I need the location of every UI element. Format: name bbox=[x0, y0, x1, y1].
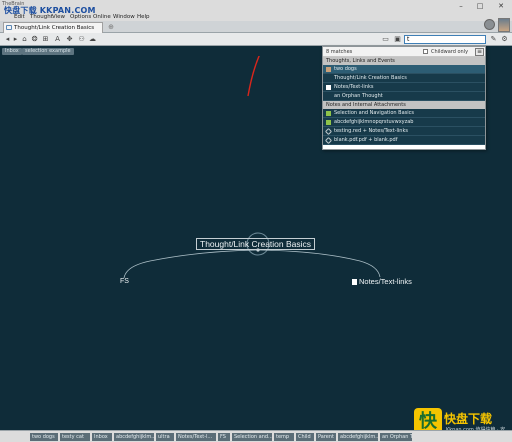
toolbar: ◂ ▸ ⌂ ❂ ⊞ A ✥ ⚇ ☁ ▭ ▣ ✎ ⚙ bbox=[0, 33, 512, 46]
list-item[interactable]: blank.pdf.pdf + blank.pdf bbox=[323, 136, 485, 145]
list-item-label: Selection and Navigation Basics bbox=[334, 110, 415, 116]
cloud-icon[interactable]: ☁ bbox=[88, 35, 97, 44]
settings-icon[interactable]: ⚙ bbox=[500, 35, 509, 44]
pin-item[interactable]: Inbox bbox=[92, 433, 112, 441]
childward-only-checkbox[interactable] bbox=[423, 49, 428, 54]
list-item-label: Notes/Text-links bbox=[334, 84, 374, 90]
list-item[interactable]: two dogs bbox=[323, 65, 485, 74]
list-item[interactable]: Notes/Text-links bbox=[323, 83, 485, 92]
pin-item[interactable]: abcdefghijklm... bbox=[114, 433, 154, 441]
timeline-icon[interactable]: ⊞ bbox=[41, 35, 50, 44]
pin-item[interactable]: two dogs bbox=[30, 433, 58, 441]
note-icon bbox=[352, 279, 357, 285]
menu-help[interactable]: Help bbox=[137, 13, 150, 21]
popup-header: 8 matches Childward only ≡ bbox=[323, 47, 485, 57]
list-item[interactable]: an Orphan Thought bbox=[323, 92, 485, 101]
pin-thought-icon[interactable]: ✎ bbox=[489, 35, 498, 44]
popup-menu-icon[interactable]: ≡ bbox=[475, 48, 484, 56]
tab-bar: Thought/Link Creation Basics ⊕ bbox=[0, 21, 512, 33]
brain-icon bbox=[6, 25, 12, 30]
watermark-text: 快盘下载 KKPAN.COM bbox=[4, 6, 96, 15]
share-icon[interactable]: ⚇ bbox=[77, 35, 86, 44]
section-header-thoughts: Thoughts, Links and Events bbox=[323, 57, 485, 65]
pin-item[interactable]: Selection and... bbox=[232, 433, 272, 441]
list-item-label: two dogs bbox=[334, 66, 357, 72]
list-item[interactable]: Selection and Navigation Basics bbox=[323, 109, 485, 118]
link-icon bbox=[324, 136, 333, 145]
search-results-popup: 8 matches Childward only ≡ Thoughts, Lin… bbox=[322, 46, 486, 150]
list-item-label: testing.red + Notes/Text-links bbox=[334, 128, 408, 134]
childward-only-label: Childward only bbox=[431, 49, 469, 55]
avatar[interactable] bbox=[498, 18, 510, 32]
list-item-label: Thought/Link Creation Basics bbox=[334, 75, 407, 81]
search-input[interactable] bbox=[404, 35, 486, 44]
layout-icon[interactable]: ▭ bbox=[381, 35, 390, 44]
font-size-icon[interactable]: A bbox=[53, 35, 62, 44]
list-item-label: abcdefghijklmnopqrstuvwxyzab bbox=[334, 119, 414, 125]
view-toggle-icon[interactable]: ▣ bbox=[393, 35, 402, 44]
child-thought-fs[interactable]: FS bbox=[120, 278, 129, 285]
home-icon[interactable]: ⌂ bbox=[20, 35, 29, 44]
dog-image-icon bbox=[326, 67, 331, 72]
app-window: TheBrain – □ ✕ Edit Thought View Options… bbox=[0, 0, 512, 442]
section-header-notes: Notes and Internal Attachments bbox=[323, 101, 485, 109]
pin-item[interactable]: temp bbox=[274, 433, 294, 441]
child-thought-notes[interactable]: Notes/Text-links bbox=[352, 277, 412, 286]
forward-icon[interactable]: ▸ bbox=[11, 35, 20, 44]
list-item-label: an Orphan Thought bbox=[334, 93, 383, 99]
new-tab-button[interactable]: ⊕ bbox=[107, 23, 115, 31]
pin-item[interactable]: Child bbox=[296, 433, 314, 441]
list-item[interactable]: Thought/Link Creation Basics bbox=[323, 74, 485, 83]
green-note-icon bbox=[326, 111, 331, 116]
tab-active[interactable]: Thought/Link Creation Basics bbox=[3, 22, 103, 33]
pin-item[interactable]: Parent bbox=[316, 433, 336, 441]
list-item-label: blank.pdf.pdf + blank.pdf bbox=[334, 137, 398, 143]
green-note-icon bbox=[326, 120, 331, 125]
maximize-button[interactable]: □ bbox=[475, 1, 485, 11]
central-thought[interactable]: Thought/Link Creation Basics bbox=[196, 238, 316, 250]
breadcrumb-item-selection[interactable]: selection example bbox=[22, 48, 74, 55]
pins-bar: two dogs testy cat Inbox abcdefghijklm..… bbox=[0, 430, 512, 442]
close-window-button[interactable]: ✕ bbox=[496, 1, 506, 11]
link-to-fs bbox=[123, 249, 259, 279]
menu-window[interactable]: Window bbox=[113, 13, 135, 21]
pin-item[interactable]: FS bbox=[218, 433, 230, 441]
brain-tools-icon[interactable]: ❂ bbox=[30, 35, 39, 44]
pin-item[interactable]: ultra bbox=[156, 433, 174, 441]
pin-item[interactable]: an Orphan T... bbox=[380, 433, 412, 441]
link-icon bbox=[324, 127, 333, 136]
pin-item[interactable]: abcdefghijklm... bbox=[338, 433, 378, 441]
note-icon bbox=[326, 85, 331, 90]
link-to-notes bbox=[257, 249, 381, 278]
list-item[interactable]: testing.red + Notes/Text-links bbox=[323, 127, 485, 136]
pin-item[interactable]: Notes/Text-l... bbox=[176, 433, 216, 441]
brand-name: 快盘下载 bbox=[444, 412, 493, 426]
child-thought-notes-label: Notes/Text-links bbox=[359, 277, 412, 286]
pin-icon[interactable]: ✥ bbox=[65, 35, 74, 44]
breadcrumb-item-inbox[interactable]: Inbox bbox=[2, 48, 22, 55]
tab-label: Thought/Link Creation Basics bbox=[14, 25, 95, 31]
settings-gear-icon[interactable] bbox=[484, 19, 495, 30]
match-count: 8 matches bbox=[326, 49, 353, 55]
list-item[interactable]: abcdefghijklmnopqrstuvwxyzab bbox=[323, 118, 485, 127]
pin-item[interactable]: testy cat bbox=[60, 433, 90, 441]
minimize-button[interactable]: – bbox=[456, 1, 466, 11]
